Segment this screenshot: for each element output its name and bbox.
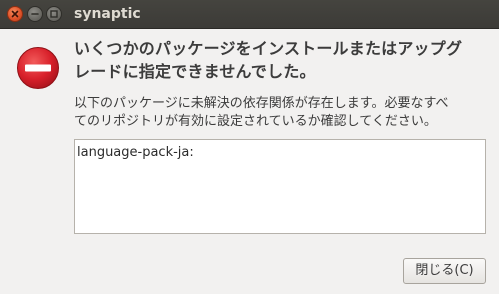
minimize-icon (31, 13, 39, 15)
close-button[interactable]: 閉じる(C) (403, 258, 486, 284)
headline-line-1: いくつかのパッケージをインストールまたはアップグ (74, 39, 463, 58)
close-icon (11, 10, 19, 18)
title-bar: synaptic (0, 0, 499, 29)
dialog-headline: いくつかのパッケージをインストールまたはアップグ レードに指定できませんでした。 (74, 37, 484, 83)
window-maximize-button[interactable] (46, 6, 62, 22)
headline-line-2: レードに指定できませんでした。 (74, 62, 316, 81)
window-minimize-button[interactable] (27, 6, 43, 22)
maximize-icon (50, 10, 58, 18)
details-text-area[interactable]: language-pack-ja: (74, 139, 486, 234)
message-line-2: てのリポジトリが有効に設定されているか確認してください。 (74, 114, 437, 129)
window-close-button[interactable] (7, 6, 23, 22)
message-line-1: 以下のパッケージに未解決の依存関係が存在します。必要なすべ (74, 96, 449, 111)
error-icon (17, 47, 59, 89)
dialog-message: 以下のパッケージに未解決の依存関係が存在します。必要なすべ てのリポジトリが有効… (74, 95, 492, 131)
details-text: language-pack-ja: (77, 145, 194, 160)
window-title: synaptic (74, 6, 141, 22)
dialog-window: synaptic いくつかのパッケージをインストールまたはアップグ レードに指定… (0, 0, 499, 294)
